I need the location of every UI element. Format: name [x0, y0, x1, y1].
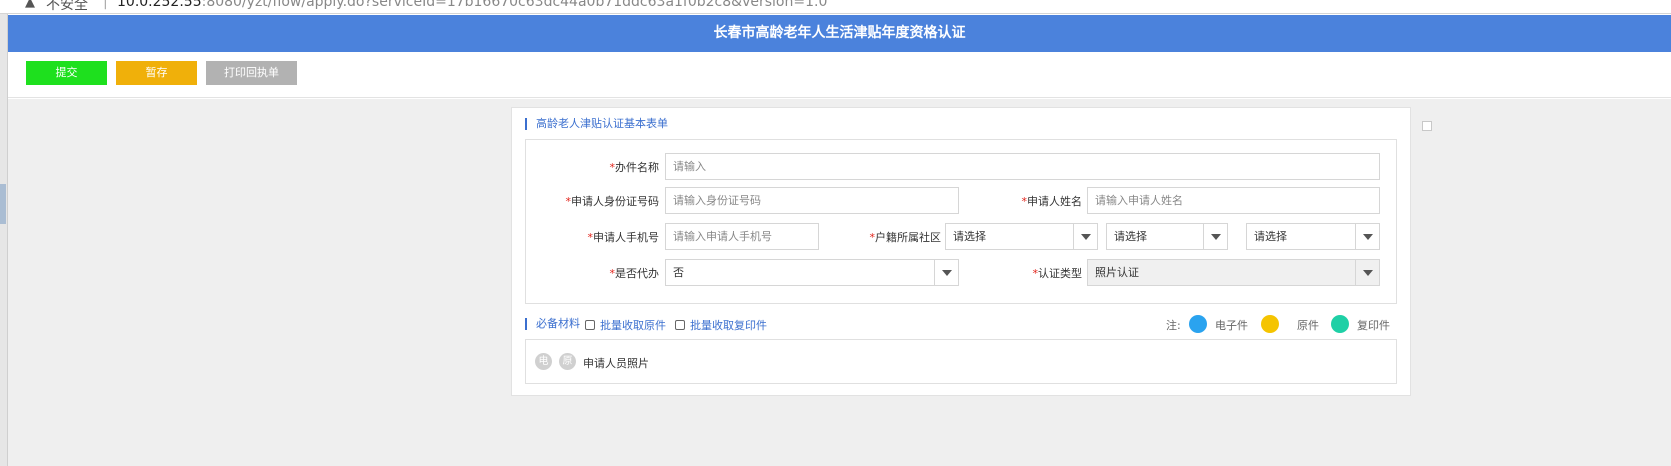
cert-type-label: *认证类型 — [1032, 267, 1083, 280]
community-select-1[interactable]: 请选择 — [945, 223, 1098, 250]
cert-type-select[interactable]: 照片认证 — [1087, 259, 1380, 286]
case-name-input[interactable] — [665, 153, 1380, 180]
print-receipt-button[interactable]: 打印回执单 — [206, 61, 297, 85]
electronic-legend-dot — [1189, 315, 1207, 333]
materials-list: 电 原 申请人员照片 — [525, 339, 1397, 384]
batch-copy-checkbox[interactable]: 批量收取复印件 — [675, 317, 767, 333]
copy-legend-dot — [1331, 315, 1349, 333]
copy-legend-label: 复印件 — [1357, 319, 1390, 332]
proxy-select[interactable]: 否 — [665, 259, 959, 286]
chevron-down-icon[interactable] — [1355, 260, 1379, 285]
checkbox-icon[interactable] — [675, 320, 685, 330]
save-draft-button[interactable]: 暂存 — [116, 61, 197, 85]
basic-form-box: *办件名称 *申请人身份证号码 *申请人姓名 *申请人手机号 *户籍所属社区 请… — [525, 139, 1397, 304]
id-number-input[interactable] — [665, 187, 959, 214]
proxy-label: *是否代办 — [609, 267, 660, 280]
id-number-label: *申请人身份证号码 — [565, 195, 660, 208]
checkbox-icon[interactable] — [585, 320, 595, 330]
page-title: 长春市高龄老年人生活津贴年度资格认证 — [8, 15, 1671, 52]
left-edge-accent — [0, 184, 6, 224]
chevron-down-icon[interactable] — [1203, 224, 1227, 249]
phone-input[interactable] — [665, 223, 819, 250]
electronic-badge[interactable]: 电 — [535, 353, 552, 370]
content-area: 高龄老人津贴认证基本表单 *办件名称 *申请人身份证号码 *申请人姓名 *申请人… — [8, 99, 1671, 466]
left-edge-strip — [0, 14, 8, 466]
community-select-2[interactable]: 请选择 — [1106, 223, 1228, 250]
action-toolbar: 提交 暂存 打印回执单 — [8, 52, 1671, 98]
community-label: *户籍所属社区 — [869, 231, 942, 244]
electronic-legend-label: 电子件 — [1215, 319, 1248, 332]
material-name: 申请人员照片 — [583, 357, 649, 370]
url-text[interactable]: 10.0.252.55:8080/yzt/flow/apply.do?servi… — [117, 0, 827, 10]
batch-original-checkbox[interactable]: 批量收取原件 — [585, 317, 666, 333]
applicant-name-input[interactable] — [1087, 187, 1380, 214]
applicant-name-label: *申请人姓名 — [1021, 195, 1083, 208]
original-legend-dot — [1261, 315, 1279, 333]
community-select-3[interactable]: 请选择 — [1246, 223, 1380, 250]
form-card: 高龄老人津贴认证基本表单 *办件名称 *申请人身份证号码 *申请人姓名 *申请人… — [511, 107, 1411, 396]
url-host: 10.0.252.55 — [117, 0, 202, 10]
materials-section-title: 必备材料 — [525, 318, 580, 330]
legend-note: 注: — [1166, 319, 1181, 332]
materials-header: 必备材料 批量收取原件 批量收取复印件 注: 电子件 原件 复印件 — [525, 315, 1397, 333]
submit-button[interactable]: 提交 — [26, 61, 107, 85]
case-name-label: *办件名称 — [609, 161, 660, 174]
basic-form-section-title: 高龄老人津贴认证基本表单 — [525, 118, 668, 130]
chevron-down-icon[interactable] — [1355, 224, 1379, 249]
security-label: 不安全 — [46, 0, 88, 13]
browser-address-bar[interactable]: ▲ 不安全 | 10.0.252.55:8080/yzt/flow/apply.… — [0, 0, 1671, 14]
warning-icon[interactable]: ▲ — [25, 0, 35, 10]
url-path: :8080/yzt/flow/apply.do?serviceId=17b166… — [201, 0, 828, 10]
chevron-down-icon[interactable] — [934, 260, 958, 285]
original-legend-label: 原件 — [1297, 319, 1319, 332]
original-badge[interactable]: 原 — [559, 353, 576, 370]
url-separator: | — [103, 0, 108, 10]
side-checkbox[interactable] — [1422, 121, 1432, 131]
phone-label: *申请人手机号 — [587, 231, 660, 244]
chevron-down-icon[interactable] — [1073, 224, 1097, 249]
